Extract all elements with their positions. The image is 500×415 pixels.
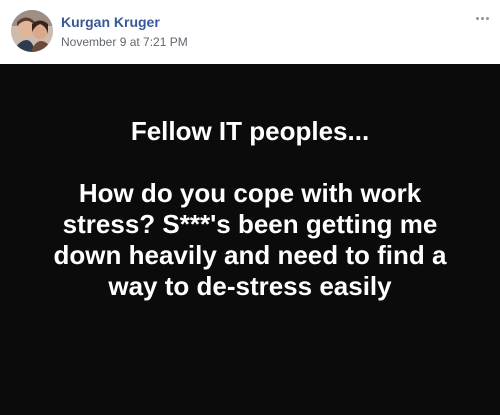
avatar-photo (11, 10, 53, 52)
facebook-post: Kurgan Kruger November 9 at 7:21 PM Fell… (0, 0, 500, 415)
post-timestamp[interactable]: November 9 at 7:21 PM (61, 34, 188, 50)
status-text-card: Fellow IT peoples... How do you cope wit… (0, 64, 500, 415)
post-header: Kurgan Kruger November 9 at 7:21 PM (0, 0, 500, 64)
dot (485, 16, 489, 20)
status-heading: Fellow IT peoples... (130, 116, 370, 146)
author-name[interactable]: Kurgan Kruger (61, 13, 160, 31)
dot (480, 16, 484, 20)
dot (475, 16, 479, 20)
status-body: How do you cope with work stress? S***'s… (53, 178, 447, 301)
more-options-icon[interactable] (470, 8, 494, 28)
avatar[interactable] (11, 10, 53, 52)
